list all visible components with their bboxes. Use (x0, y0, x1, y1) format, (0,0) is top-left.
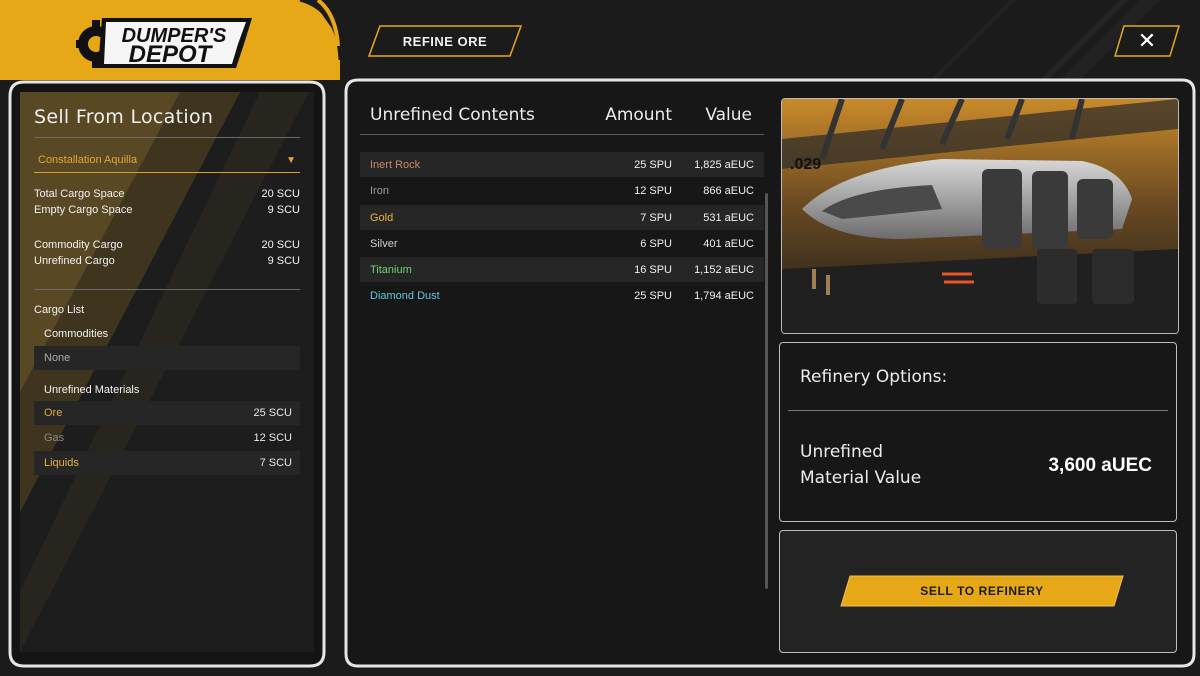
ship-image: .029 (781, 98, 1179, 334)
divider (34, 137, 300, 138)
material-value: 3,600 aUEC (1048, 455, 1152, 476)
scrollbar[interactable] (765, 193, 768, 589)
chevron-down-icon: ▼ (286, 154, 296, 166)
refine-ore-label: REFINE ORE (402, 33, 488, 49)
column-header: Unrefined Contents (370, 105, 535, 125)
table-row[interactable]: Silver 6 SPU 401 aEUC (360, 231, 764, 256)
stat-row: Total Cargo Space 20 SCU (34, 188, 300, 200)
table-row[interactable]: Titanium 16 SPU 1,152 aEUC (360, 257, 764, 282)
refine-ore-button[interactable]: REFINE ORE (368, 25, 522, 57)
sell-panel: Sell From Location Constallation Aquilla… (20, 92, 314, 652)
stat-row: Empty Cargo Space 9 SCU (34, 204, 300, 216)
list-item[interactable]: Gas 12 SCU (34, 426, 300, 450)
location-value: Constallation Aquilla (38, 154, 138, 166)
close-button[interactable]: ✕ (1114, 25, 1180, 57)
close-icon: ✕ (1137, 28, 1157, 54)
cargo-list-title: Cargo List (34, 304, 85, 316)
sell-panel-title: Sell From Location (34, 106, 214, 128)
table-row[interactable]: Inert Rock 25 SPU 1,825 aEUC (360, 152, 764, 177)
location-dropdown[interactable]: Constallation Aquilla ▼ (34, 148, 300, 173)
divider (788, 410, 1168, 411)
list-item[interactable]: Liquids 7 SCU (34, 451, 300, 475)
unrefined-contents-table: Unrefined Contents Amount Value Inert Ro… (360, 96, 764, 656)
stat-row: Commodity Cargo 20 SCU (34, 239, 300, 251)
sell-to-refinery-button[interactable]: SELL TO REFINERY (840, 575, 1124, 607)
table-row[interactable]: Gold 7 SPU 531 aEUC (360, 205, 764, 230)
sell-to-refinery-label: SELL TO REFINERY (920, 584, 1044, 598)
refinery-options-title: Refinery Options: (800, 367, 948, 387)
unrefined-heading: Unrefined Materials (44, 384, 140, 396)
stat-row: Unrefined Cargo 9 SCU (34, 255, 300, 267)
column-header: Amount (605, 105, 672, 125)
list-item: None (34, 346, 300, 370)
table-header: Unrefined Contents Amount Value (360, 96, 764, 135)
material-value-label: Unrefined Material Value (800, 442, 922, 488)
dumpers-depot-logo: DUMPER'S DEPOT (72, 14, 254, 72)
commodities-heading: Commodities (44, 328, 109, 340)
column-header: Value (705, 105, 752, 125)
divider (34, 289, 300, 290)
list-item[interactable]: Ore 25 SCU (34, 401, 300, 425)
refinery-options-box: Refinery Options: Unrefined Material Val… (779, 342, 1177, 522)
logo-line2: DEPOT (129, 41, 214, 68)
hull-marking: .029 (790, 156, 821, 173)
table-row[interactable]: Diamond Dust 25 SPU 1,794 aEUC (360, 283, 764, 308)
table-row[interactable]: Iron 12 SPU 866 aEUC (360, 178, 764, 203)
